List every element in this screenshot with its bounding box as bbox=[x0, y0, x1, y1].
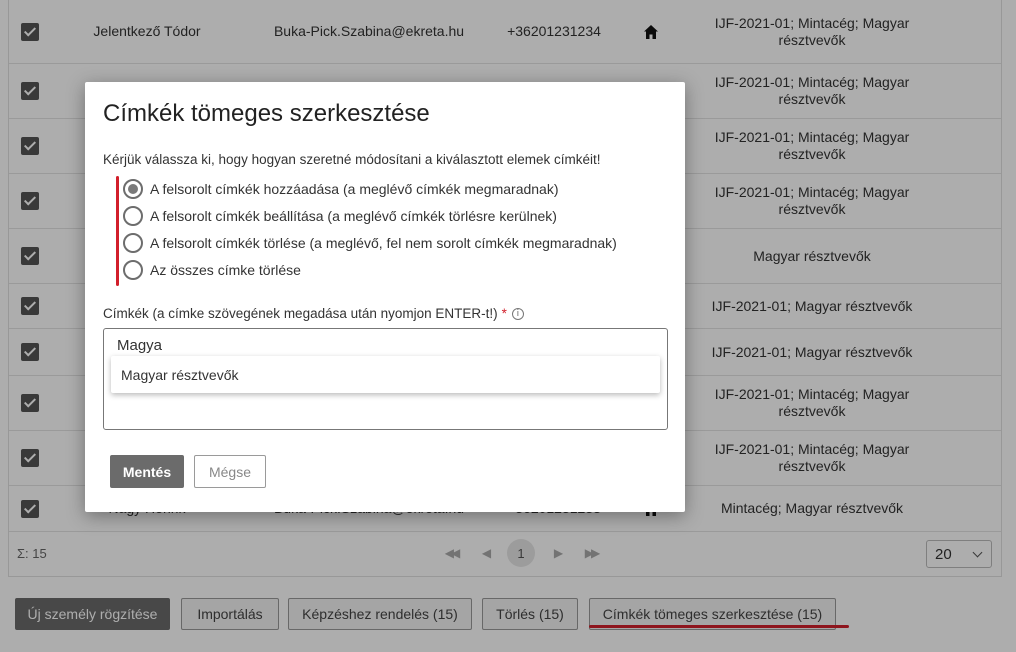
radio-label: A felsorolt címkék törlése (a meglévő, f… bbox=[150, 235, 617, 251]
radio-label: A felsorolt címkék beállítása (a meglévő… bbox=[150, 208, 557, 224]
radio-button[interactable] bbox=[123, 206, 143, 226]
radio-button[interactable] bbox=[123, 179, 143, 199]
dialog-title: Címkék tömeges szerkesztése bbox=[103, 100, 430, 127]
highlight-bar bbox=[116, 176, 119, 286]
required-marker: * bbox=[501, 306, 507, 321]
tags-label-text: Címkék (a címke szövegének megadása után… bbox=[103, 306, 498, 321]
radio-option-clear-all[interactable]: Az összes címke törlése bbox=[123, 259, 301, 281]
radio-button[interactable] bbox=[123, 233, 143, 253]
info-icon[interactable]: i bbox=[511, 307, 524, 320]
radio-label: Az összes címke törlése bbox=[150, 262, 301, 278]
radio-option-set[interactable]: A felsorolt címkék beállítása (a meglévő… bbox=[123, 205, 557, 227]
radio-option-add[interactable]: A felsorolt címkék hozzáadása (a meglévő… bbox=[123, 178, 559, 200]
dialog-instruction: Kérjük válassza ki, hogy hogyan szeretné… bbox=[103, 152, 601, 167]
tags-field-label: Címkék (a címke szövegének megadása után… bbox=[103, 306, 524, 321]
radio-button[interactable] bbox=[123, 260, 143, 280]
save-button[interactable]: Mentés bbox=[110, 455, 184, 488]
autocomplete-suggestion[interactable]: Magyar résztvevők bbox=[111, 356, 660, 393]
cancel-button[interactable]: Mégse bbox=[194, 455, 266, 488]
radio-option-remove[interactable]: A felsorolt címkék törlése (a meglévő, f… bbox=[123, 232, 617, 254]
radio-label: A felsorolt címkék hozzáadása (a meglévő… bbox=[150, 181, 559, 197]
bulk-tags-dialog: Címkék tömeges szerkesztése Kérjük válas… bbox=[85, 82, 685, 512]
tags-input[interactable] bbox=[117, 334, 637, 356]
